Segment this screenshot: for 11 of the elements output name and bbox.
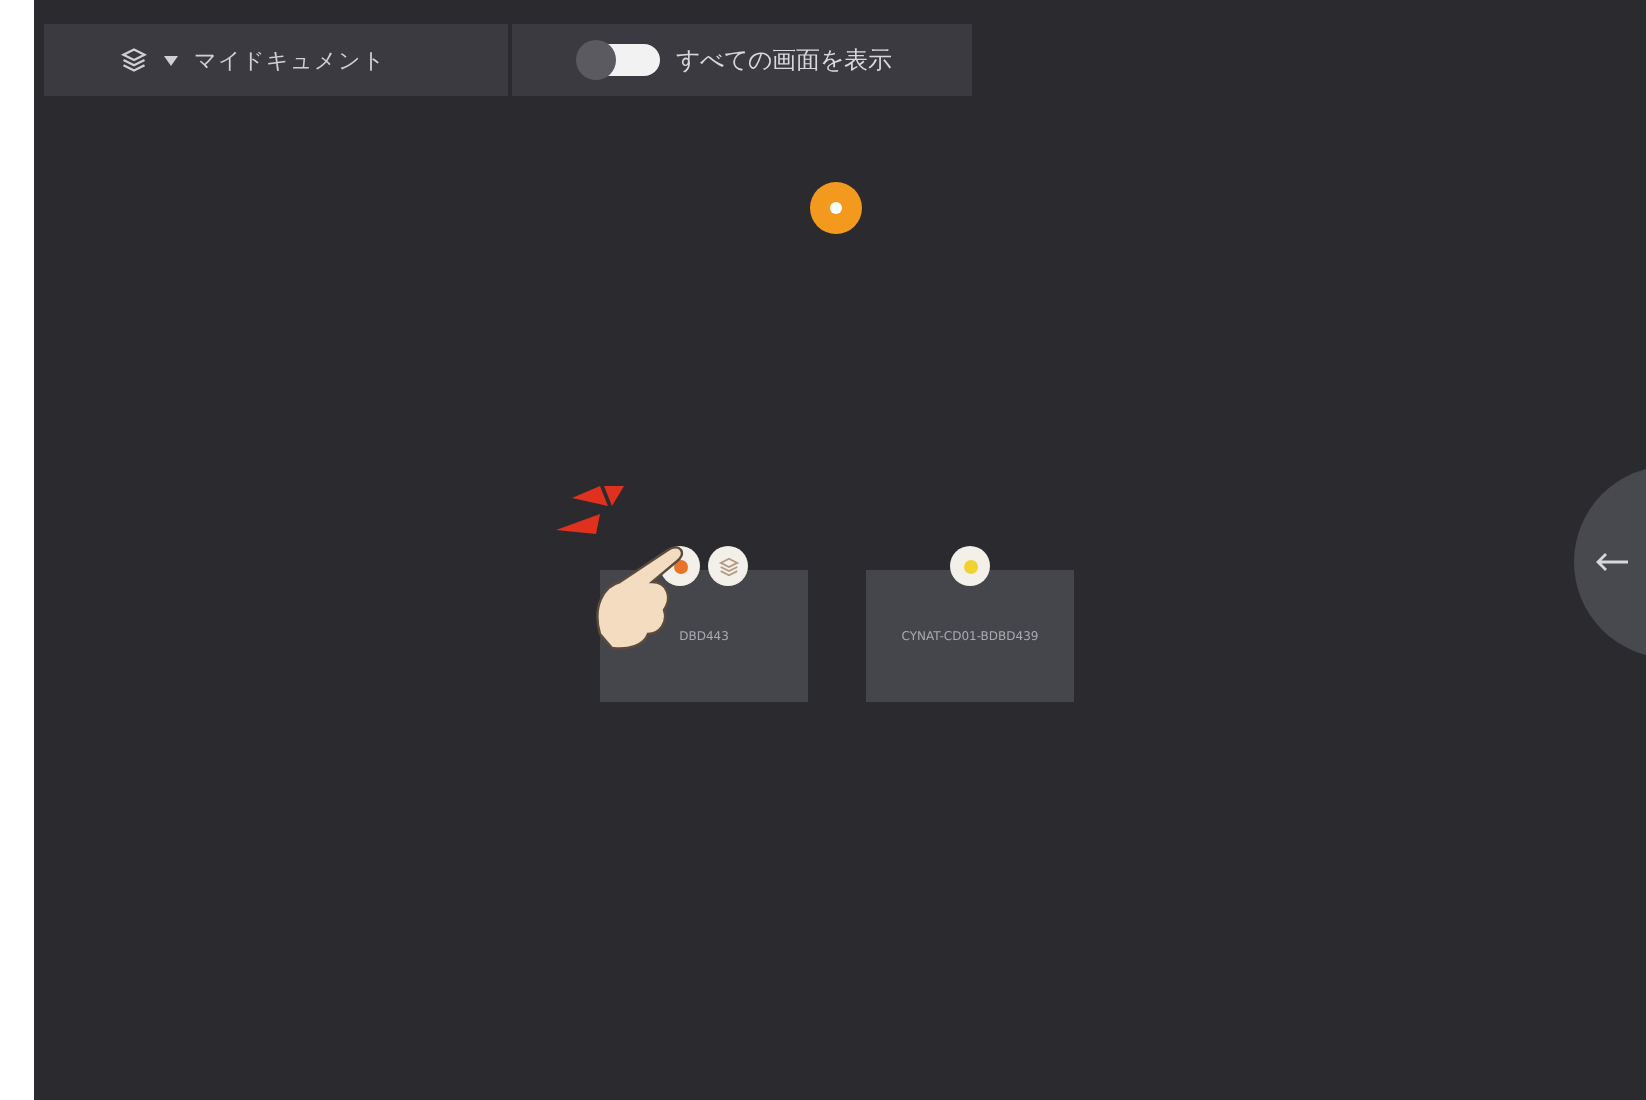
layers-icon [717,555,739,577]
layers-badge[interactable] [708,546,748,586]
toggle-label: すべての画面を表示 [676,43,892,77]
layers-icon [120,46,148,74]
document-menu-button[interactable]: マイドキュメント [44,24,508,96]
document-menu-label: マイドキュメント [194,45,386,75]
left-arrow-icon [1594,552,1630,572]
caret-icon [164,55,178,65]
show-all-toggle[interactable] [580,44,660,76]
status-badge[interactable] [950,546,990,586]
marker-dot[interactable] [810,182,862,234]
